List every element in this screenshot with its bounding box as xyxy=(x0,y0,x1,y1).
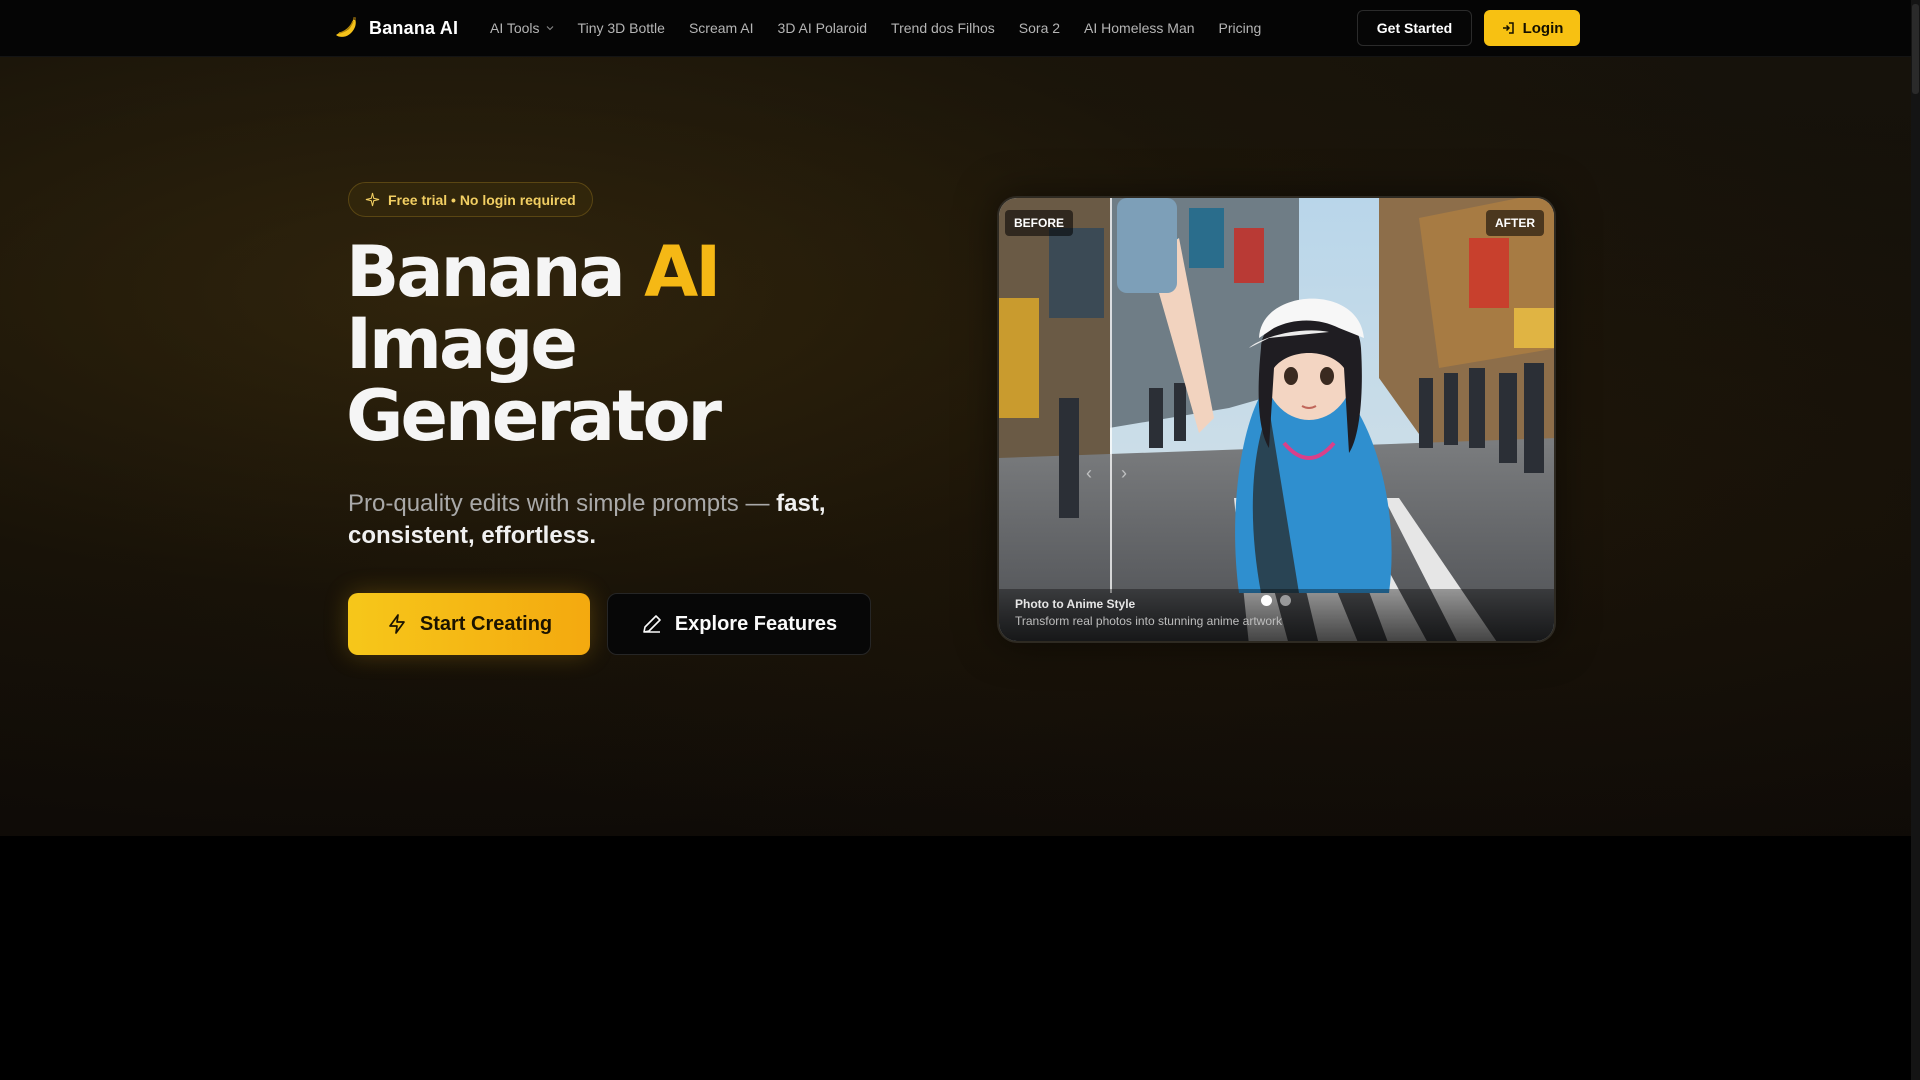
nav-3d-ai-polaroid[interactable]: 3D AI Polaroid xyxy=(778,20,868,36)
caption-description: Transform real photos into stunning anim… xyxy=(1015,614,1283,628)
login-label: Login xyxy=(1522,19,1564,37)
free-trial-badge: Free trial • No login required xyxy=(348,182,593,217)
before-label: BEFORE xyxy=(1005,210,1074,236)
chevron-left-icon[interactable]: ‹ xyxy=(1086,463,1092,484)
badge-text: Free trial • No login required xyxy=(388,191,576,208)
brand-name: Banana AI xyxy=(369,17,459,38)
comparison-divider[interactable] xyxy=(1110,198,1112,593)
chevron-down-icon xyxy=(546,26,553,31)
slide-dot-2[interactable] xyxy=(1280,595,1291,606)
title-image: Image xyxy=(346,303,578,385)
nav-ai-tools[interactable]: AI Tools xyxy=(490,20,554,36)
brand[interactable]: Banana AI xyxy=(333,14,458,42)
nav-pricing[interactable]: Pricing xyxy=(1219,20,1262,36)
chevron-right-icon[interactable]: › xyxy=(1121,463,1127,484)
nav-ai-tools-label: AI Tools xyxy=(490,20,540,36)
before-after-slider[interactable]: ‹ › BEFORE AFTER Photo to Anime Style Tr… xyxy=(997,196,1556,643)
subtitle-plain: Pro-quality edits with simple prompts — xyxy=(348,490,777,517)
pencil-icon xyxy=(643,615,661,633)
nav-sora-2[interactable]: Sora 2 xyxy=(1019,20,1060,36)
login-icon xyxy=(1502,22,1514,34)
scrollbar-thumb[interactable] xyxy=(1912,4,1919,94)
slide-dot-1[interactable] xyxy=(1261,595,1272,606)
slide-indicators xyxy=(1261,595,1291,606)
nav-links: AI Tools Tiny 3D Bottle Scream AI 3D AI … xyxy=(490,0,1285,56)
hero-title: Banana AI Image Generator xyxy=(346,236,906,452)
start-creating-label: Start Creating xyxy=(419,612,553,635)
explore-features-label: Explore Features xyxy=(674,612,838,635)
hero-subtitle: Pro-quality edits with simple prompts — … xyxy=(348,488,888,552)
top-navigation: Banana AI AI Tools Tiny 3D Bottle Scream… xyxy=(0,0,1911,57)
lightning-icon xyxy=(389,614,405,634)
nav-ai-homeless-man[interactable]: AI Homeless Man xyxy=(1084,20,1194,36)
nav-tiny-3d-bottle[interactable]: Tiny 3D Bottle xyxy=(578,20,665,36)
title-ai: AI xyxy=(644,231,721,313)
get-started-button[interactable]: Get Started xyxy=(1357,10,1472,46)
login-button[interactable]: Login xyxy=(1484,10,1580,46)
after-label: AFTER xyxy=(1486,210,1544,236)
title-generator: Generator xyxy=(346,375,722,457)
nav-scream-ai[interactable]: Scream AI xyxy=(689,20,754,36)
page-scrollbar[interactable] xyxy=(1911,0,1920,1080)
anime-street-image xyxy=(999,198,1554,641)
start-creating-button[interactable]: Start Creating xyxy=(348,593,590,655)
nav-trend-dos-filhos[interactable]: Trend dos Filhos xyxy=(891,20,995,36)
banana-logo-icon xyxy=(336,17,356,37)
sparkle-icon xyxy=(365,192,380,207)
hero-section xyxy=(0,57,1911,836)
title-banana: Banana xyxy=(346,231,645,313)
explore-features-button[interactable]: Explore Features xyxy=(607,593,871,655)
